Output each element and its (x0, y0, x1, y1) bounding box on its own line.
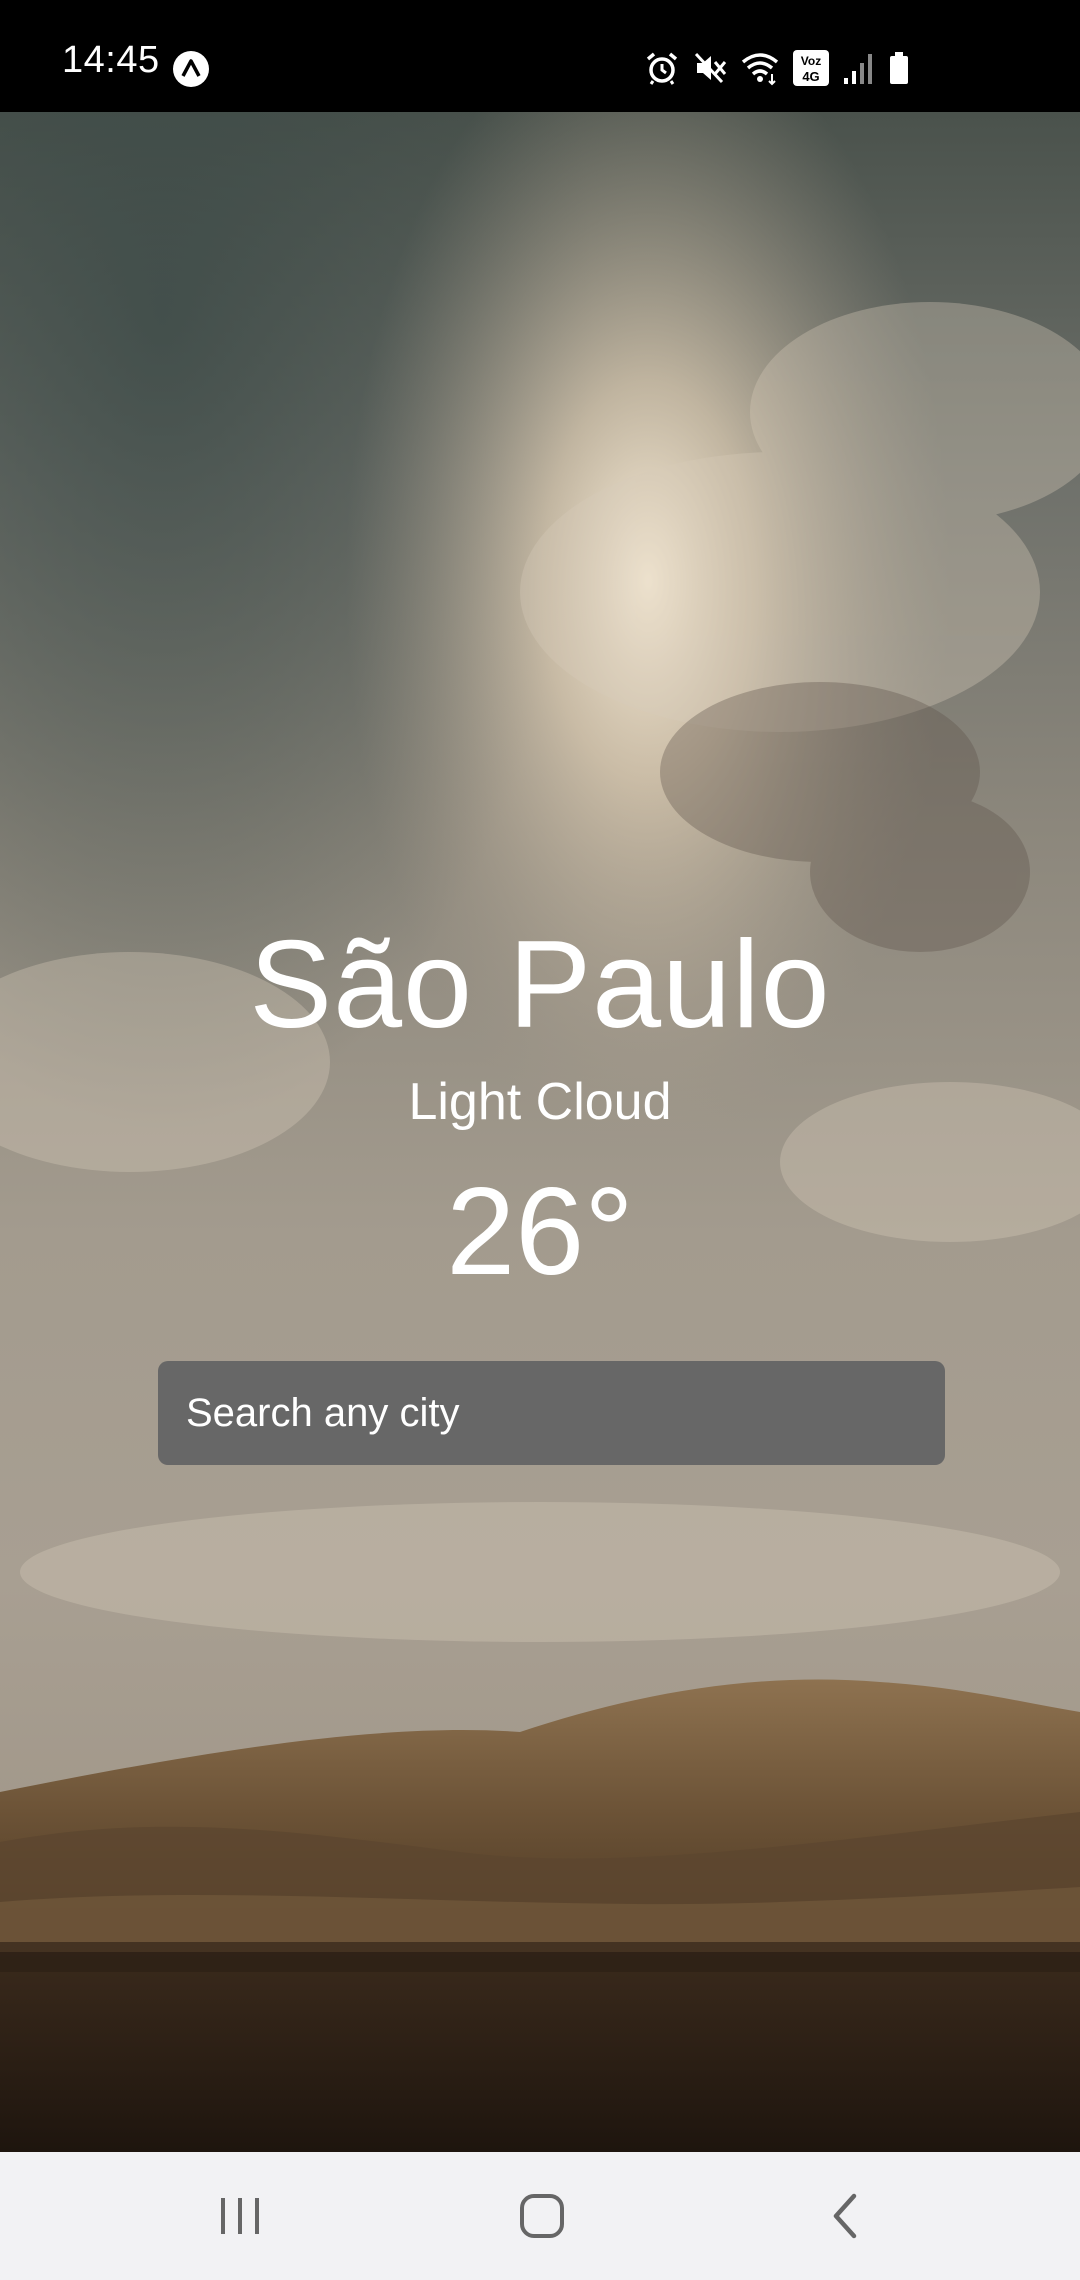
city-search-box[interactable] (158, 1361, 945, 1465)
signal-icon (844, 54, 872, 84)
weather-app-screen: 14:45 Voz 4G São Paulo Light Cloud 26° S… (0, 0, 1080, 2280)
app-notification-icon (173, 51, 209, 87)
alarm-icon (646, 52, 678, 85)
city-name: São Paulo (249, 916, 831, 1054)
back-icon (833, 2193, 857, 2239)
back-button[interactable] (784, 2176, 904, 2256)
status-bar: 14:45 Voz 4G (0, 0, 1080, 112)
recents-icon (221, 2198, 259, 2234)
mute-icon (694, 52, 727, 84)
home-icon (520, 2194, 564, 2238)
weather-condition: Light Cloud (408, 1073, 672, 1131)
recents-button[interactable] (180, 2176, 300, 2256)
temperature: 26° (446, 1163, 634, 1301)
status-icons: Voz 4G (644, 46, 910, 90)
home-button[interactable] (482, 2176, 602, 2256)
svg-text:4G: 4G (802, 69, 819, 84)
status-time: 14:45 (62, 39, 160, 81)
svg-text:Voz: Voz (801, 54, 821, 68)
background-image (0, 112, 1080, 2152)
navigation-bar (0, 2152, 1080, 2280)
volte-4g-icon: Voz 4G (793, 50, 829, 86)
city-search-input[interactable] (184, 1389, 919, 1437)
wifi-icon (741, 53, 779, 86)
battery-icon (890, 52, 908, 84)
